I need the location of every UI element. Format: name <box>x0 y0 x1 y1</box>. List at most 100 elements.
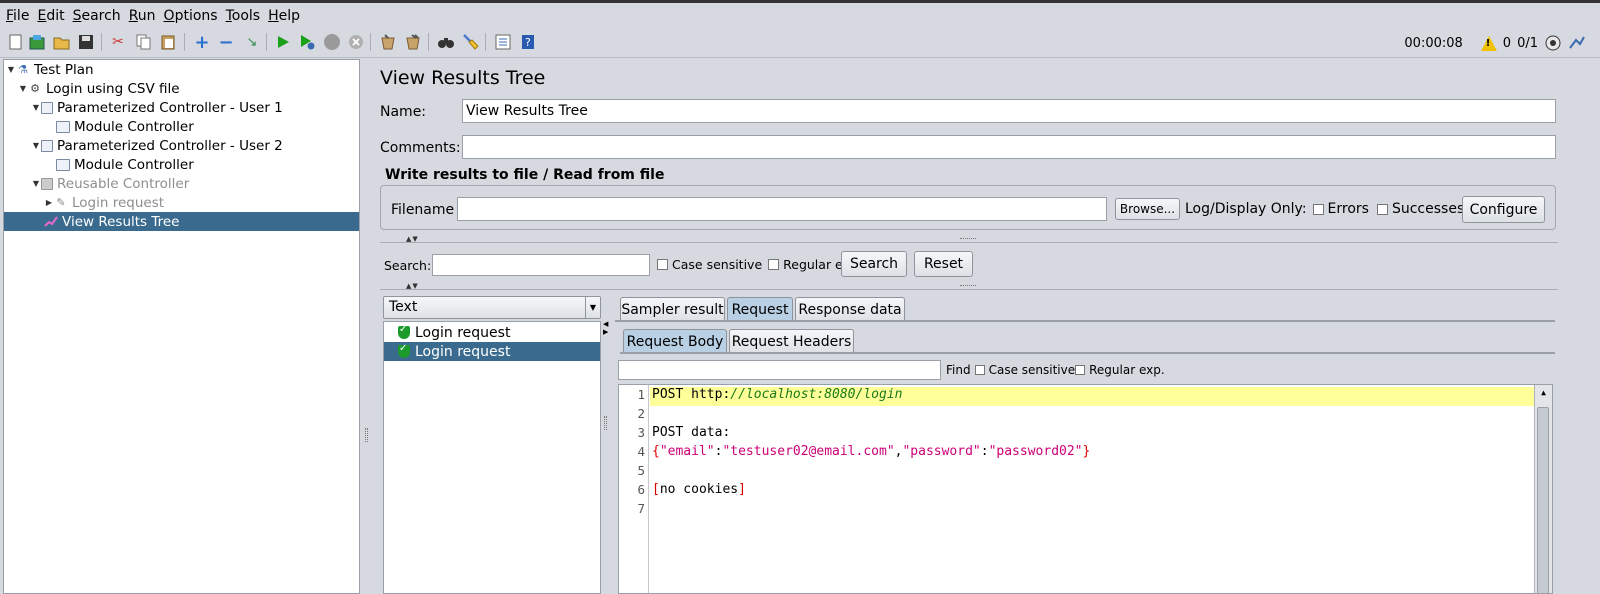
splitter-grip[interactable] <box>365 428 368 442</box>
search-label: Search: <box>384 258 432 273</box>
tab-request-body[interactable]: Request Body <box>623 329 727 353</box>
function-helper-icon[interactable] <box>493 32 513 52</box>
menu-file[interactable]: File <box>6 8 29 24</box>
help-icon[interactable]: ? <box>518 32 538 52</box>
search-button[interactable]: Search <box>841 251 907 277</box>
expand-toggle-icon[interactable]: ▼ <box>31 179 41 188</box>
warning-icon[interactable] <box>1480 35 1497 51</box>
menu-edit[interactable]: Edit <box>37 8 64 24</box>
menu-run[interactable]: Run <box>129 8 156 24</box>
log-display-options: Log/Display Only: Errors Successes <box>1185 201 1464 217</box>
collapse-arrows-icon[interactable]: ◀ ▶ <box>603 320 608 336</box>
result-item-selected[interactable]: Login request <box>384 342 600 361</box>
tab-sampler-result[interactable]: Sampler result <box>620 297 725 321</box>
controller-icon <box>56 120 70 133</box>
toggle-icon[interactable]: ↘ <box>242 32 262 52</box>
clear-icon[interactable] <box>378 32 398 52</box>
tree-item-module-controller-1[interactable]: Module Controller <box>4 117 359 136</box>
menu-search[interactable]: Search <box>73 8 121 24</box>
main-splitter[interactable] <box>361 59 369 594</box>
find-regex-label: Regular exp. <box>1089 363 1165 377</box>
cut-icon[interactable]: ✂ <box>108 32 128 52</box>
pencil-icon: ✎ <box>56 195 66 209</box>
find-input[interactable] <box>618 360 941 380</box>
tree-item-test-plan[interactable]: ▼ ⚗ Test Plan <box>4 60 359 79</box>
configure-button[interactable]: Configure <box>1462 196 1545 223</box>
expand-icon[interactable]: + <box>192 32 212 53</box>
remote-status-icon <box>1545 35 1561 51</box>
result-item[interactable]: Login request <box>384 323 600 342</box>
stop-icon[interactable] <box>322 32 342 52</box>
reset-button[interactable]: Reset <box>914 251 973 277</box>
regex-checkbox[interactable] <box>768 259 780 270</box>
binoculars-icon[interactable] <box>436 32 456 52</box>
comments-field[interactable] <box>462 135 1556 159</box>
templates-icon[interactable] <box>28 32 48 52</box>
collapsed-toggle-icon[interactable]: ▶ <box>44 198 54 207</box>
controller-icon <box>41 139 53 152</box>
expand-toggle-icon[interactable]: ▼ <box>6 65 16 74</box>
results-splitter[interactable]: ◀ ▶ <box>602 296 610 594</box>
tree-item-reusable-controller[interactable]: ▼ Reusable Controller <box>4 174 359 193</box>
search-input[interactable] <box>432 254 650 276</box>
copy-icon[interactable] <box>134 32 154 52</box>
request-body-editor[interactable]: 1 2 3 4 5 6 7 POST http://localhost:8080… <box>618 384 1553 594</box>
divider <box>380 242 1558 243</box>
tab-request[interactable]: Request <box>727 297 793 321</box>
errors-checkbox[interactable] <box>1312 203 1324 215</box>
toolbar-separator <box>428 33 429 51</box>
line-number: 7 <box>637 501 645 516</box>
name-field[interactable]: View Results Tree <box>462 99 1556 123</box>
menu-options[interactable]: Options <box>164 8 218 24</box>
tree-item-module-controller-2[interactable]: Module Controller <box>4 155 359 174</box>
paste-icon[interactable] <box>158 32 178 52</box>
code-line-3: POST data: <box>652 425 731 440</box>
status-area: 00:00:08 0 0/1 <box>1404 33 1586 53</box>
tab-divider <box>620 352 1555 354</box>
log-viewer-icon[interactable] <box>1568 34 1586 52</box>
open-icon[interactable] <box>52 32 72 52</box>
shutdown-icon[interactable] <box>346 32 366 52</box>
filename-field[interactable] <box>457 197 1107 221</box>
clear-all-icon[interactable] <box>403 32 423 52</box>
renderer-value: Text <box>389 299 418 315</box>
test-plan-tree: ▼ ⚗ Test Plan ▼ ⚙ Login using CSV file ▼… <box>3 59 360 594</box>
find-regex-checkbox[interactable] <box>1075 365 1086 375</box>
tree-item-view-results-tree[interactable]: View Results Tree <box>4 212 359 231</box>
code-line-6: [no cookies] <box>652 482 746 497</box>
tree-item-thread-group[interactable]: ▼ ⚙ Login using CSV file <box>4 79 359 98</box>
new-icon[interactable] <box>6 32 26 52</box>
expand-toggle-icon[interactable]: ▼ <box>31 103 41 112</box>
splitter-grip[interactable] <box>604 416 607 430</box>
start-no-pauses-icon[interactable] <box>297 32 317 52</box>
toolbar-separator <box>101 33 102 51</box>
renderer-select[interactable]: Text ▼ <box>383 296 601 319</box>
divider-grip[interactable] <box>960 238 976 240</box>
divider-grip[interactable] <box>960 285 976 287</box>
case-sensitive-checkbox[interactable] <box>657 259 668 270</box>
scrollbar-thumb[interactable] <box>1537 407 1549 593</box>
tree-item-param-controller-1[interactable]: ▼ Parameterized Controller - User 1 <box>4 98 359 117</box>
expand-toggle-icon[interactable]: ▼ <box>31 141 41 150</box>
tree-item-login-request[interactable]: ▶ ✎ Login request <box>4 193 359 212</box>
successes-checkbox[interactable] <box>1376 203 1388 215</box>
flask-icon: ⚗ <box>18 62 28 76</box>
tab-response-data[interactable]: Response data <box>795 297 905 321</box>
find-case-sensitive-checkbox[interactable] <box>974 365 985 375</box>
menu-help[interactable]: Help <box>268 8 300 24</box>
tab-request-headers[interactable]: Request Headers <box>729 329 854 353</box>
editor-scrollbar[interactable]: ▲ <box>1534 385 1552 593</box>
expand-toggle-icon[interactable]: ▼ <box>18 84 28 93</box>
collapse-icon[interactable]: − <box>216 32 236 53</box>
broom-icon[interactable] <box>460 32 480 52</box>
line-number: 2 <box>637 406 645 421</box>
start-icon[interactable] <box>273 32 293 52</box>
save-icon[interactable] <box>76 32 96 52</box>
code-line-4: {"email":"testuser02@email.com","passwor… <box>652 444 1091 459</box>
menu-tools[interactable]: Tools <box>226 8 261 24</box>
toolbar-separator <box>370 33 371 51</box>
tree-item-param-controller-2[interactable]: ▼ Parameterized Controller - User 2 <box>4 136 359 155</box>
scroll-up-icon[interactable]: ▲ <box>1538 388 1549 399</box>
chevron-down-icon[interactable]: ▼ <box>585 297 600 318</box>
browse-button[interactable]: Browse... <box>1115 198 1180 220</box>
